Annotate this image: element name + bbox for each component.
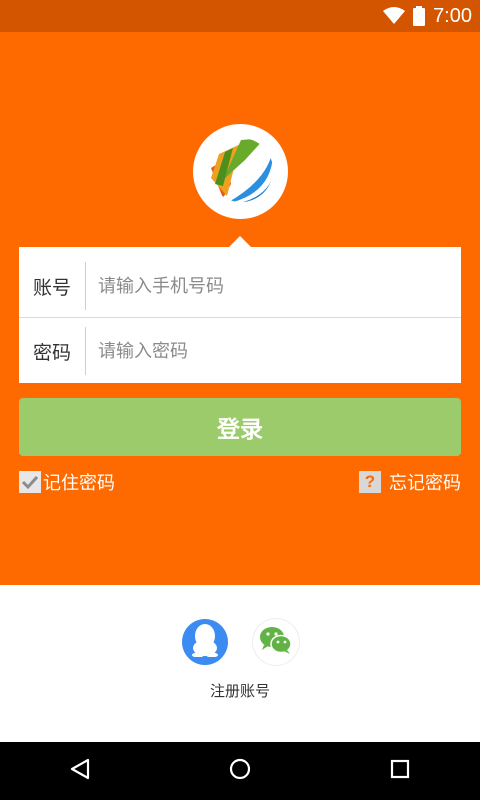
account-label: 账号 (32, 276, 71, 299)
wechat-icon (258, 625, 294, 659)
app-logo-icon (205, 134, 277, 210)
status-bar: 7:00 (0, 0, 480, 32)
password-row: 密码 (19, 319, 461, 383)
login-button[interactable]: 登录 (19, 398, 461, 456)
back-icon (68, 757, 92, 785)
account-input[interactable] (86, 262, 461, 310)
app-logo (193, 124, 288, 219)
bubble-tail (229, 236, 251, 247)
remember-password-label: 记住密码 (43, 473, 115, 494)
recents-button[interactable] (370, 742, 430, 800)
login-form: 账号 密码 (19, 247, 461, 383)
forgot-password-label: 忘记密码 (389, 473, 461, 494)
password-input[interactable] (86, 327, 461, 375)
account-row: 账号 (19, 254, 461, 318)
password-label: 密码 (32, 341, 71, 364)
status-time: 7:00 (433, 4, 472, 27)
recents-icon (389, 758, 411, 784)
home-icon (228, 757, 252, 785)
forgot-password-link[interactable]: ? 忘记密码 (359, 470, 461, 494)
nav-bar (0, 742, 480, 800)
battery-icon (413, 6, 426, 26)
wifi-icon (383, 7, 406, 25)
home-button[interactable] (210, 742, 270, 800)
register-account-link[interactable]: 注册账号 (190, 680, 290, 701)
qq-icon (190, 623, 220, 661)
remember-password-toggle[interactable]: 记住密码 (19, 470, 115, 494)
wechat-login-button[interactable] (253, 619, 299, 665)
question-icon: ? (359, 471, 381, 493)
checkbox-checked-icon[interactable] (19, 471, 41, 493)
qq-login-button[interactable] (182, 619, 228, 665)
divider (19, 317, 461, 318)
back-button[interactable] (50, 742, 110, 800)
